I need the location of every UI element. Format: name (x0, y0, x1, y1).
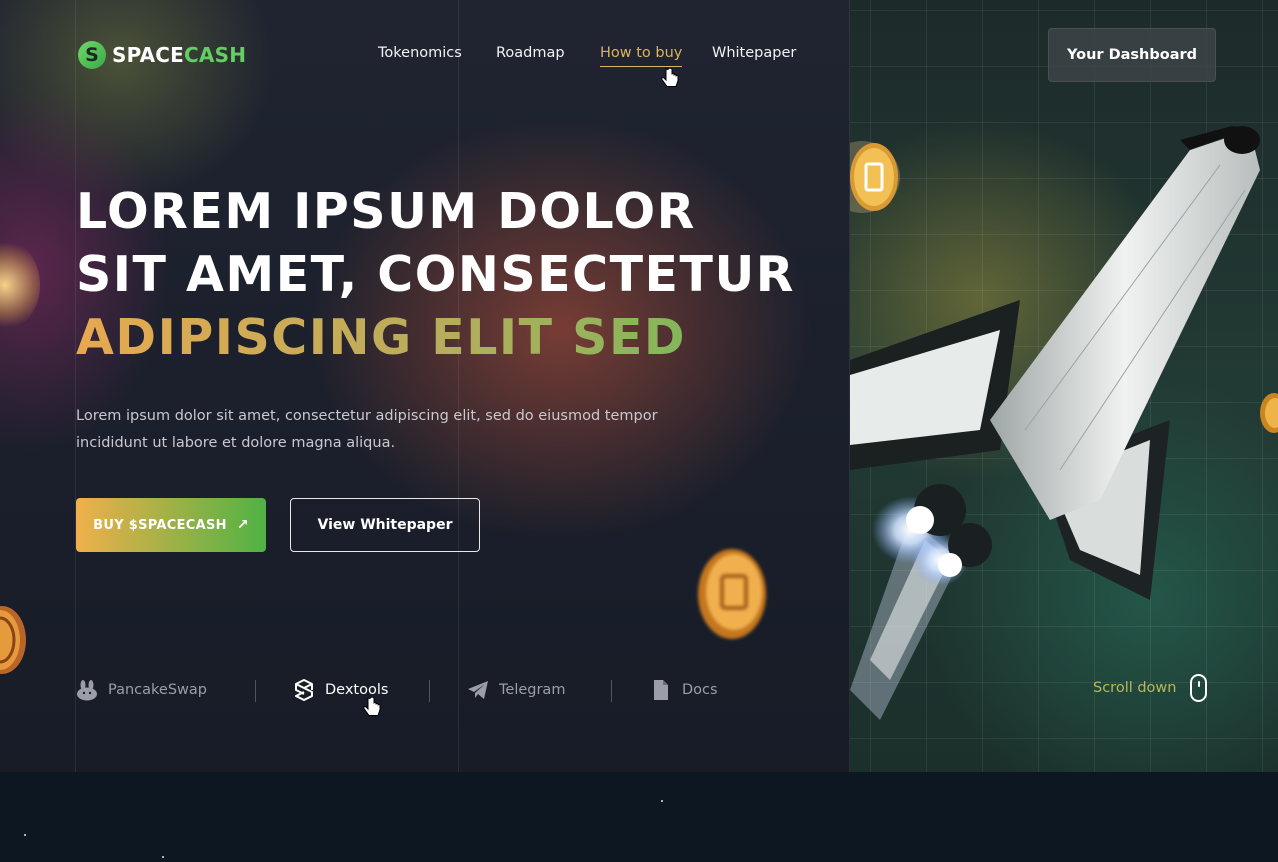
headline-line-3: ADIPISCING ELIT SED (76, 306, 796, 369)
next-section-background (0, 772, 1278, 862)
dextools-icon (293, 679, 315, 701)
partner-link-telegram[interactable]: Telegram (467, 678, 565, 702)
nav-link-whitepaper[interactable]: Whitepaper (712, 45, 796, 61)
coin-icon (850, 141, 900, 213)
partner-label: Dextools (325, 682, 389, 698)
pointer-cursor-icon (363, 697, 381, 716)
coin-icon (698, 549, 766, 639)
hero-headline: LOREM IPSUM DOLOR SIT AMET, CONSECTETUR … (76, 180, 796, 369)
partner-label: Docs (682, 682, 718, 698)
coin-icon (0, 606, 26, 674)
brand-name: SPACECASH (112, 43, 247, 67)
partner-link-pancakeswap[interactable]: PancakeSwap (76, 678, 207, 702)
star-decoration (661, 800, 663, 802)
mouse-icon (1190, 674, 1208, 702)
grid-line (75, 0, 76, 772)
partner-label: Telegram (499, 682, 566, 698)
divider (255, 680, 256, 702)
divider (611, 680, 612, 702)
view-whitepaper-button[interactable]: View Whitepaper (290, 498, 480, 552)
brand-logo[interactable]: S SPACECASH (78, 41, 246, 69)
partner-link-docs[interactable]: Docs (650, 678, 718, 702)
bunny-icon (76, 679, 98, 701)
buy-spacecash-button[interactable]: BUY $SPACECASH ↗ (76, 498, 266, 552)
nav-link-tokenomics[interactable]: Tokenomics (378, 45, 462, 61)
space-shuttle-icon (850, 126, 1260, 720)
star-decoration (24, 834, 26, 836)
scroll-down-indicator[interactable]: Scroll down (1093, 674, 1208, 702)
nav-link-roadmap[interactable]: Roadmap (496, 45, 565, 61)
rocket-illustration-panel (850, 0, 1278, 772)
glowing-coin-decoration (0, 240, 40, 330)
your-dashboard-button[interactable]: Your Dashboard (1048, 28, 1216, 82)
s-coin-icon: S (78, 41, 106, 69)
hero-description: Lorem ipsum dolor sit amet, consectetur … (76, 408, 658, 451)
hero-section (0, 0, 1278, 772)
grid-line (458, 0, 459, 772)
nav-link-how-to-buy[interactable]: How to buy (600, 45, 683, 67)
arrow-up-right-icon: ↗ (236, 517, 249, 533)
headline-line-1: LOREM IPSUM DOLOR (76, 183, 696, 240)
scroll-down-label: Scroll down (1093, 680, 1177, 696)
buy-button-label: BUY $SPACECASH (93, 517, 227, 533)
coin-icon (1260, 393, 1278, 433)
star-decoration (162, 856, 164, 858)
document-icon (650, 679, 672, 701)
headline-line-2: SIT AMET, CONSECTETUR (76, 246, 795, 303)
telegram-icon (467, 679, 489, 701)
partner-label: PancakeSwap (108, 682, 207, 698)
pointer-cursor-icon (661, 68, 679, 87)
divider (429, 680, 430, 702)
